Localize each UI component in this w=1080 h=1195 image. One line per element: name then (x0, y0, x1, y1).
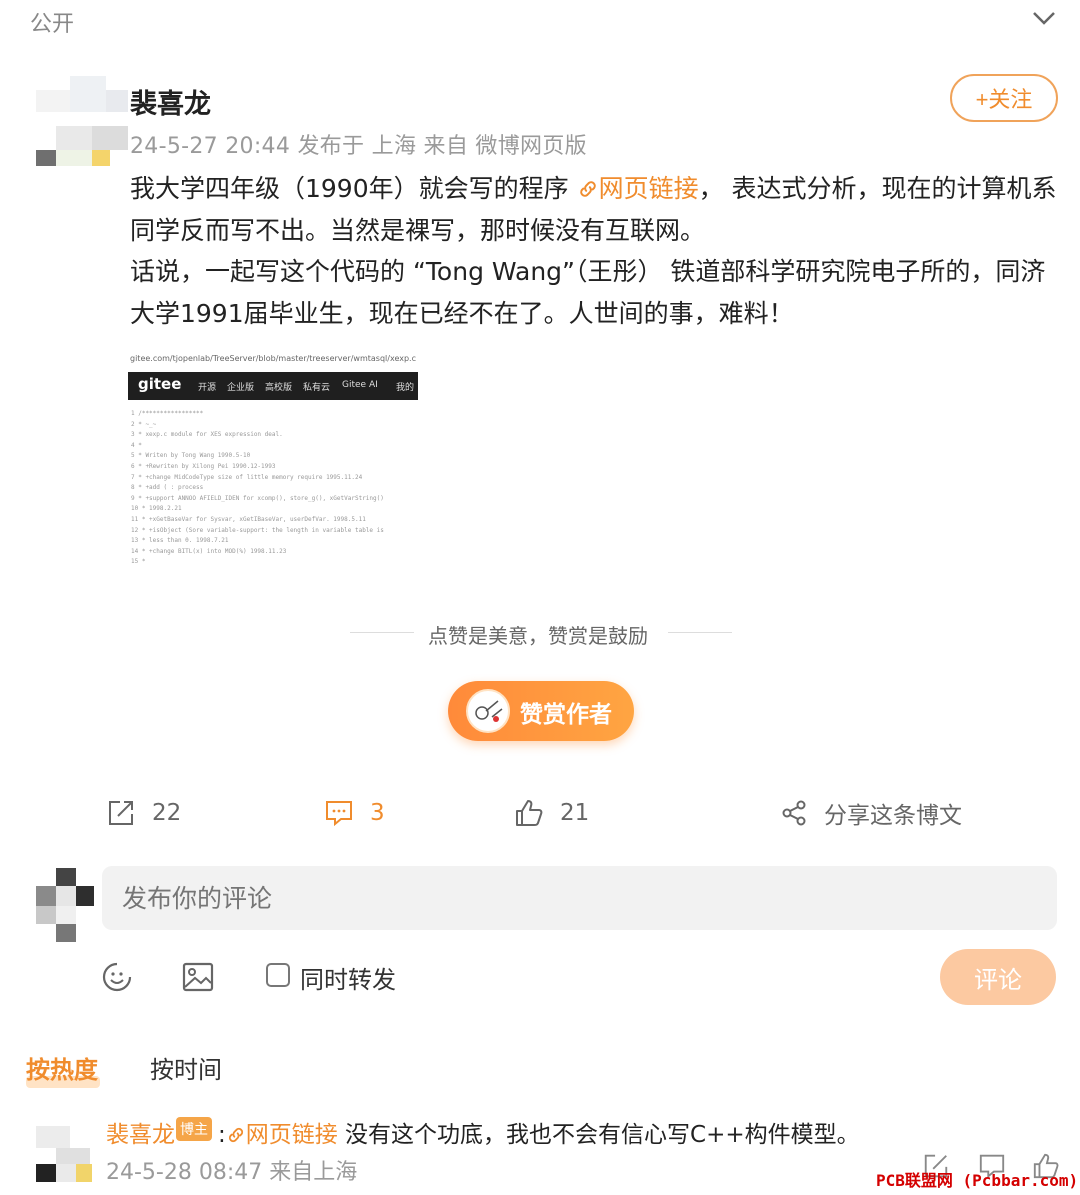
commenter-avatar[interactable] (36, 1126, 96, 1186)
chevron-down-icon[interactable] (1030, 6, 1058, 30)
image-icon[interactable] (181, 960, 215, 998)
code-line: 9 * +support ANNOO AFIELD_IDEN for xcomp… (131, 494, 384, 502)
code-line: 7 * +change MidCodeType size of little m… (131, 473, 363, 481)
tab-sort-time[interactable]: 按时间 (150, 1050, 222, 1085)
comment-count: 3 (370, 800, 385, 826)
reward-author-label[interactable]: 赞赏作者 (520, 695, 612, 729)
code-line: 2 * ~_~ (131, 420, 157, 428)
like-action[interactable]: 21 (514, 796, 589, 830)
code-line: 13 * less than 0. 1998.7.21 (131, 537, 229, 545)
code-line: 15 * (131, 558, 146, 566)
repost-action[interactable]: 22 (106, 796, 181, 830)
post-image[interactable]: gitee.com/tjopenlab/TreeServer/blob/mast… (128, 352, 418, 566)
author-badge: 博主 (176, 1117, 212, 1141)
share-label: 分享这条博文 (824, 803, 962, 829)
web-link-label[interactable]: 网页链接 (599, 174, 699, 203)
user-avatar (36, 868, 96, 942)
gitee-menu-item: Gitee AI (342, 380, 378, 390)
code-line: 1 /***************** (131, 410, 204, 417)
divider (668, 632, 732, 633)
post-paragraph-1: 我大学四年级（1990年）就会写的程序 网页链接， 表达式分析，现在的计算机系同… (130, 168, 1065, 251)
code-line: 12 * +isObject (Sore variable-support: t… (131, 526, 384, 534)
reward-avatar (466, 689, 510, 733)
comment-input[interactable] (102, 866, 1057, 930)
thumbs-up-icon (516, 800, 543, 826)
gitee-logo: gitee (138, 375, 182, 393)
avatar[interactable] (36, 76, 136, 176)
link-icon (579, 181, 596, 197)
repost-icon (109, 801, 133, 825)
link-icon (228, 1127, 243, 1143)
comment-web-link-label[interactable]: 网页链接 (246, 1122, 338, 1148)
gitee-menu-item: 企业版 (227, 383, 255, 393)
code-line: 10 * 1998.2.21 (131, 505, 182, 513)
comment-body: 没有这个功底，我也不会有信心写C++构件模型。 (337, 1122, 860, 1148)
code-line: 4 * (131, 441, 142, 449)
web-link[interactable]: 网页链接 (577, 174, 699, 203)
reward-author-button[interactable]: 赞赏作者 (448, 681, 634, 741)
watermark: PCB联盟网 (Pcbbar.com) (876, 1171, 1079, 1190)
code-line: 11 * +xGetBaseVar for Sysvar, xGetIBaseV… (131, 516, 366, 523)
repost-checkbox[interactable] (266, 963, 290, 987)
gitee-navbar: gitee 开源 企业版 高校版 私有云 Gitee AI 我的 (128, 372, 418, 400)
divider (350, 632, 414, 633)
gitee-menu-item: 开源 (198, 383, 217, 393)
post-text-before-link: 我大学四年级（1990年）就会写的程序 (130, 174, 577, 203)
comment-colon: : (218, 1122, 226, 1148)
like-count: 21 (560, 800, 590, 826)
gitee-menu-item: 私有云 (303, 383, 331, 393)
gitee-menu-item: 我的 (396, 383, 415, 393)
follow-button[interactable]: +关注 (950, 74, 1058, 122)
commenter-name[interactable]: 裴喜龙 (106, 1115, 175, 1149)
repost-count: 22 (152, 800, 182, 826)
share-icon (782, 800, 806, 826)
post-paragraph-2: 话说，一起写这个代码的 “Tong Wang”（王彤） 铁道部科学研究院电子所的… (130, 257, 1046, 328)
emoji-icon[interactable] (100, 960, 134, 998)
submit-comment-button[interactable]: 评论 (940, 949, 1056, 1005)
code-line: 14 * +change BITL(x) into MOD(%) 1998.11… (131, 547, 287, 555)
share-action[interactable]: 分享这条博文 (780, 796, 962, 830)
reward-slogan: 点赞是美意，赞赏是鼓励 (428, 624, 648, 648)
comment-meta: 24-5-28 08:47 来自上海 (106, 1160, 358, 1185)
code-line: 5 * Writen by Tong Wang 1990.5-10 (131, 452, 251, 460)
code-line: 3 * xexp.c module for XES expression dea… (131, 431, 283, 439)
code-line: 6 * +Rewriten by Xilong Pei 1990.12-1993 (131, 463, 276, 470)
author-name[interactable]: 裴喜龙 (130, 82, 211, 121)
comment-action[interactable]: 3 (324, 796, 385, 830)
comment-icon (326, 801, 352, 827)
post-meta: 24-5-27 20:44 发布于 上海 来自 微博网页版 (130, 134, 587, 159)
repost-checkbox-label[interactable]: 同时转发 (300, 960, 396, 995)
comment-text: : 网页链接 没有这个功底，我也不会有信心写C++构件模型。 (218, 1115, 860, 1149)
visibility-label: 公开 (30, 12, 75, 37)
image-url-text: gitee.com/tjopenlab/TreeServer/blob/mast… (130, 354, 416, 363)
gitee-menu-item: 高校版 (265, 383, 293, 393)
code-line: 8 * +add ( : process (131, 484, 204, 492)
tab-sort-hot[interactable]: 按热度 (26, 1050, 98, 1085)
comment-web-link[interactable]: 网页链接 (226, 1122, 338, 1148)
